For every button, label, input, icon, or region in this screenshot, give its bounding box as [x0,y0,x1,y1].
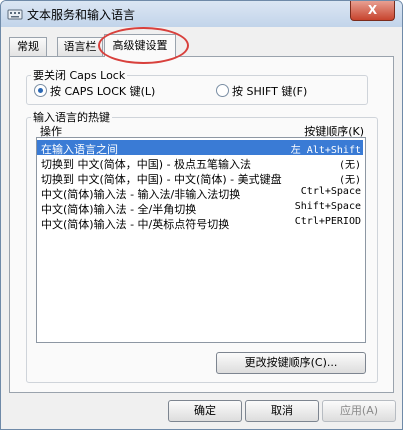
list-item-keys: Ctrl+PERIOD [294,216,361,227]
list-item[interactable]: 中文(简体)输入法 - 中/英标点符号切换 Ctrl+PERIOD [37,215,363,231]
list-item-keys: Shift+Space [294,201,361,212]
list-item-keys: (无) [338,175,361,186]
hotkeys-list[interactable]: 在输入语言之间 左 Alt+Shift 切换到 中文(简体，中国) - 极点五笔… [36,137,366,343]
dialog-window: 文本服务和输入语言 X 常规 语言栏 高级键设置 要关闭 Caps Lock 按… [0,0,403,430]
apply-button[interactable]: 应用(A) [322,400,396,422]
list-item-action: 中文(简体)输入法 - 中/英标点符号切换 [41,218,230,231]
caps-lock-radio-label[interactable]: 按 CAPS LOCK 键(L) [50,83,155,99]
shift-radio[interactable] [216,84,229,97]
window-title: 文本服务和输入语言 [27,8,136,22]
hotkeys-column-header: 操作 按键顺序(K) [40,123,364,138]
list-item[interactable]: 在输入语言之间 左 Alt+Shift [37,140,363,156]
list-item-keys: (无) [338,160,361,171]
caps-lock-radio[interactable] [34,84,47,97]
list-item[interactable]: 中文(简体)输入法 - 全/半角切换 Shift+Space [37,200,363,216]
annotation-circle [98,27,189,64]
change-key-sequence-button[interactable]: 更改按键顺序(C)... [216,352,366,374]
ok-button[interactable]: 确定 [168,400,242,422]
list-item-keys: Ctrl+Space [300,186,361,197]
title-bar[interactable]: 文本服务和输入语言 X [1,1,402,27]
cancel-button[interactable]: 取消 [245,400,319,422]
caps-lock-group-title: 要关闭 Caps Lock [31,67,128,83]
list-item[interactable]: 中文(简体)输入法 - 输入法/非输入法切换 Ctrl+Space [37,185,363,201]
keyboard-icon [7,9,23,20]
tab-general[interactable]: 常规 [9,37,47,56]
list-item[interactable]: 切换到 中文(简体，中国) - 中文(简体) - 美式键盘 (无) [37,170,363,186]
close-button[interactable]: X [350,1,395,21]
list-item-keys: 左 Alt+Shift [290,145,361,156]
list-item[interactable]: 切换到 中文(简体，中国) - 极点五笔输入法 (无) [37,155,363,171]
tab-language-bar[interactable]: 语言栏 [57,37,103,56]
shift-radio-label[interactable]: 按 SHIFT 键(F) [232,83,307,99]
